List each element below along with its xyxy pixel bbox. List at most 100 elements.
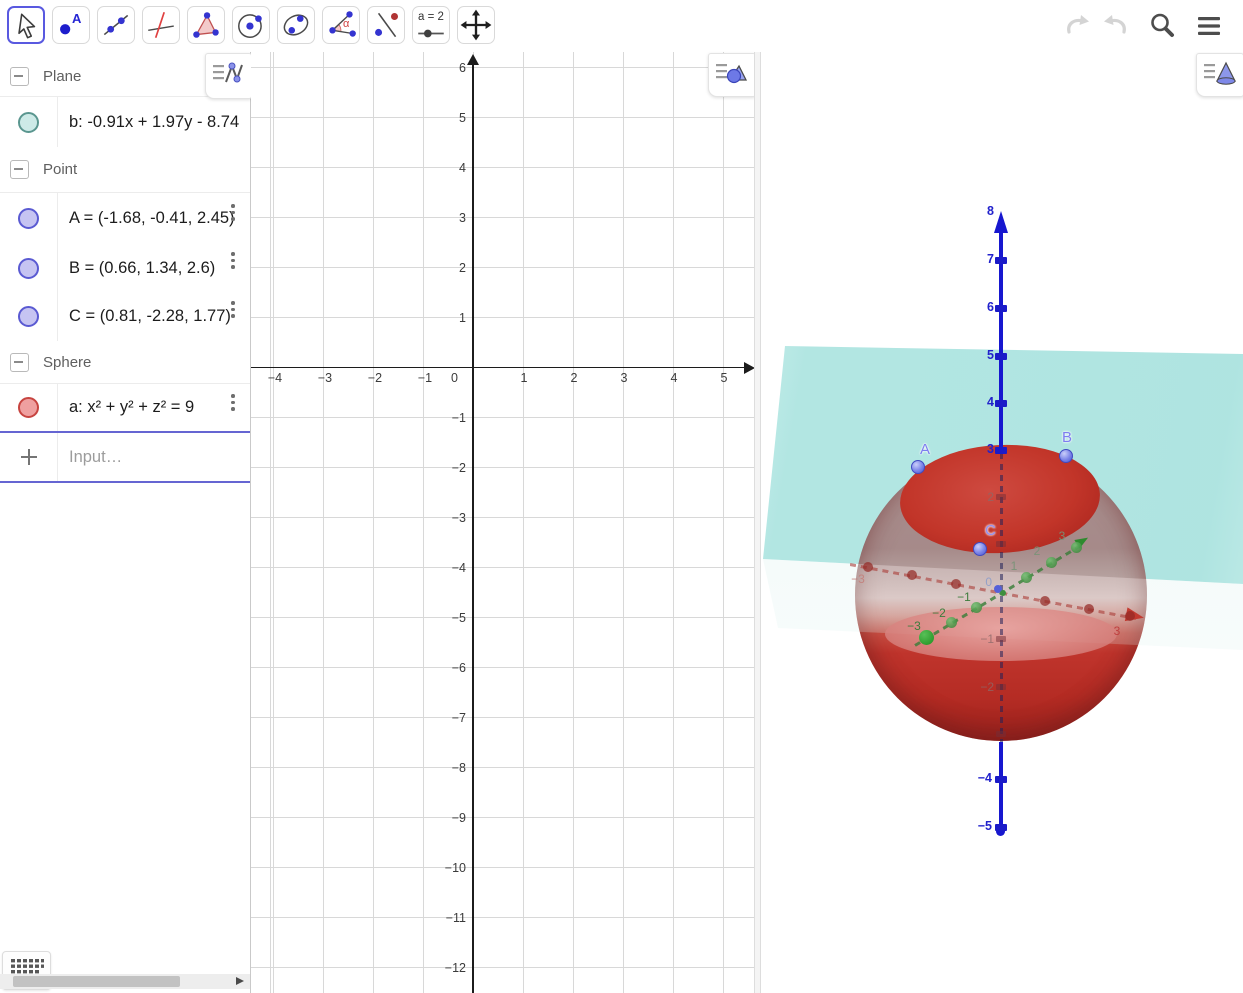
collapse-plane-button[interactable] [10, 67, 29, 86]
point-c-label: C [985, 522, 996, 539]
row-menu-point-a[interactable] [231, 204, 235, 221]
algebra-input-row[interactable] [0, 433, 250, 481]
section-header-point: Point [0, 147, 250, 193]
point-c[interactable] [973, 542, 987, 556]
search-button[interactable] [1146, 10, 1178, 42]
z-tick [995, 823, 1007, 831]
point-b-label: B [1062, 429, 1073, 446]
collapse-sphere-button[interactable] [10, 352, 29, 372]
x-tick: 0 [451, 371, 458, 385]
expression-point-b: B = (0.66, 1.34, 2.6) [69, 258, 216, 277]
z-axis-label: 6 [987, 300, 994, 314]
y-tick: −6 [451, 661, 466, 675]
x-tick: 1 [520, 371, 528, 385]
z-axis-label: 8 [987, 204, 994, 218]
x-tick-dot [1040, 596, 1050, 606]
visibility-marble-point-a[interactable] [18, 208, 39, 229]
y-tick: −4 [451, 561, 466, 575]
y-axis-arrow [467, 54, 479, 65]
z-tick [995, 775, 1007, 783]
x-tick: 2 [570, 371, 578, 385]
z-axis-label: 5 [987, 348, 994, 362]
row-menu-sphere-a[interactable] [231, 394, 235, 411]
row-menu-point-b[interactable] [231, 252, 235, 269]
menu-button[interactable] [1193, 10, 1225, 42]
add-expression-icon[interactable] [20, 449, 37, 465]
toolbar: A α a = 2 [0, 0, 1243, 53]
z-tick-hidden [996, 541, 1006, 547]
tool-slider[interactable]: a = 2 [412, 6, 450, 44]
x-tick: 4 [670, 371, 678, 385]
algebra-row-point-c[interactable]: C = (0.81, -2.28, 1.77) [0, 292, 250, 342]
y-tick-dot [1020, 571, 1032, 583]
y-tick: −3 [451, 511, 466, 525]
y-tick: −2 [451, 461, 466, 475]
y-tick: 6 [459, 61, 466, 75]
algebra-row-point-a[interactable]: A = (-1.68, -0.41, 2.45) [0, 193, 250, 245]
tool-conic[interactable] [277, 6, 315, 44]
y-tick: −12 [444, 961, 466, 975]
visibility-marble-sphere[interactable] [18, 397, 39, 418]
scrollbar-thumb[interactable] [13, 976, 180, 987]
tool-line[interactable] [97, 6, 135, 44]
input-row-divider [0, 481, 250, 483]
expression-point-a: A = (-1.68, -0.41, 2.45) [69, 209, 235, 227]
point-a-label: A [920, 441, 931, 458]
y-tick: 2 [459, 261, 466, 275]
tool-move-graphics-view[interactable] [457, 6, 495, 44]
scrollbar-right-arrow[interactable] [236, 977, 244, 985]
z-tick-hidden [996, 636, 1006, 642]
collapse-point-button[interactable] [10, 160, 29, 179]
undo-icon [1062, 15, 1094, 46]
algebra-row-point-b[interactable]: B = (0.66, 1.34, 2.6) [0, 244, 250, 293]
algebra-row-sphere-a[interactable]: a: x² + y² + z² = 9 [0, 384, 250, 431]
x-axis [251, 366, 747, 369]
x-tick: 5 [720, 371, 728, 385]
graphics3d-style-bar-button[interactable] [1196, 53, 1243, 97]
y-axis-label: −1 [957, 590, 971, 604]
point-a[interactable] [911, 460, 925, 474]
view-divider[interactable] [754, 52, 761, 993]
algebra-row-plane-b[interactable]: b: -0.91x + 1.97y - 8.74 [0, 97, 250, 148]
z-axis-label: −4 [977, 771, 992, 785]
tool-perpendicular-line[interactable] [142, 6, 180, 44]
visibility-marble-plane[interactable] [18, 111, 39, 133]
tool-angle[interactable]: α [322, 6, 360, 44]
graphics2d-style-icon [709, 64, 753, 98]
x-tick-dot [951, 579, 961, 589]
visibility-marble-point-c[interactable] [18, 306, 39, 327]
tool-polygon[interactable] [187, 6, 225, 44]
tool-point[interactable]: A [52, 6, 90, 44]
y-tick: −11 [445, 911, 466, 925]
x-tick: −3 [317, 371, 333, 385]
tool-circle-with-center[interactable] [232, 6, 270, 44]
x-axis-label: −3 [851, 572, 865, 586]
algebra-horizontal-scrollbar [0, 974, 250, 989]
graphics-view-2d[interactable]: −4 −3 −2 −1 0 1 2 3 4 5 6 5 4 3 2 1 −1 −… [251, 52, 756, 993]
point-tool-letter: A [72, 11, 82, 26]
graphics-view-3d[interactable]: 8 7 6 5 4 3 2 −1 −2 −4 −5 1 2 3 −1 −2 −3 [761, 52, 1243, 993]
z-axis-lower [999, 742, 1003, 830]
x-tick: 3 [620, 371, 628, 385]
tool-reflection[interactable] [367, 6, 405, 44]
z-tick [995, 446, 1007, 454]
z-tick [995, 352, 1007, 360]
search-icon [1146, 13, 1178, 46]
section-title: Plane [43, 68, 82, 85]
expression-point-c: C = (0.81, -2.28, 1.77) [69, 307, 231, 325]
tool-move[interactable] [7, 6, 45, 44]
redo-button[interactable] [1099, 10, 1131, 42]
algebra-input[interactable] [58, 446, 221, 468]
y-axis-label: 2 [1033, 544, 1041, 558]
row-menu-point-c[interactable] [231, 301, 235, 318]
expression-plane-b: b: -0.91x + 1.97y - 8.74 [69, 112, 240, 131]
section-title: Sphere [43, 353, 92, 371]
y-axis-label: 1 [1010, 559, 1018, 573]
visibility-marble-point-b[interactable] [18, 257, 39, 279]
undo-button[interactable] [1062, 10, 1094, 42]
y-tick: −10 [444, 861, 466, 875]
graphics2d-style-bar-button[interactable] [708, 53, 756, 97]
algebra-view: Plane b: -0.91x + 1.97y - 8.74 Point A =… [0, 52, 252, 993]
point-b[interactable] [1059, 449, 1073, 463]
algebra-style-bar-button[interactable] [205, 53, 252, 99]
